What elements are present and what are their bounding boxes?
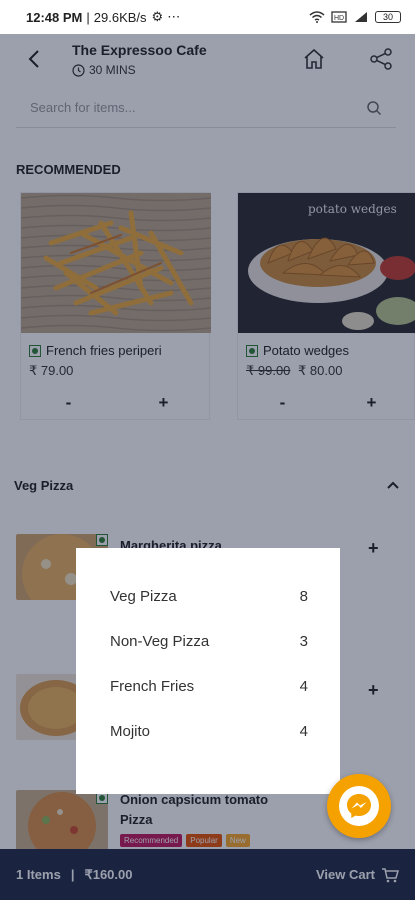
menu-item-french-fries[interactable]: French Fries 4 [76, 664, 340, 709]
menu-item-mojito[interactable]: Mojito 4 [76, 709, 340, 754]
menu-item-veg-pizza[interactable]: Veg Pizza 8 [76, 574, 340, 619]
messenger-icon-wrap [339, 786, 379, 826]
status-speed: 29.6KB/s [93, 9, 147, 25]
more-icon: ⋯ [167, 9, 181, 24]
battery-level: 30 [382, 12, 393, 22]
menu-item-label: French Fries [110, 678, 195, 695]
menu-item-label: Veg Pizza [110, 588, 177, 605]
category-menu-popup: Veg Pizza 8 Non-Veg Pizza 3 French Fries… [76, 548, 340, 794]
gear-icon: ⚙ [151, 9, 164, 24]
signal-icon [355, 12, 367, 22]
menu-item-count: 3 [299, 633, 308, 650]
status-time: 12:48 PM [26, 9, 83, 25]
status-bar: 12:48 PM | 29.6KB/s ⚙ ⋯ HD 30 [0, 0, 415, 34]
volte-icon: HD [331, 11, 347, 23]
menu-item-label: Mojito [110, 723, 151, 740]
status-separator: | [86, 9, 90, 25]
wifi-icon [309, 11, 325, 23]
messenger-icon [347, 794, 371, 818]
menu-item-count: 4 [299, 723, 308, 740]
menu-item-label: Non-Veg Pizza [110, 633, 210, 650]
svg-text:HD: HD [334, 15, 344, 22]
messenger-chat-button[interactable] [327, 774, 391, 838]
menu-item-count: 8 [299, 588, 308, 605]
menu-item-count: 4 [299, 678, 308, 695]
menu-item-non-veg-pizza[interactable]: Non-Veg Pizza 3 [76, 619, 340, 664]
battery-icon: 30 [375, 11, 401, 23]
